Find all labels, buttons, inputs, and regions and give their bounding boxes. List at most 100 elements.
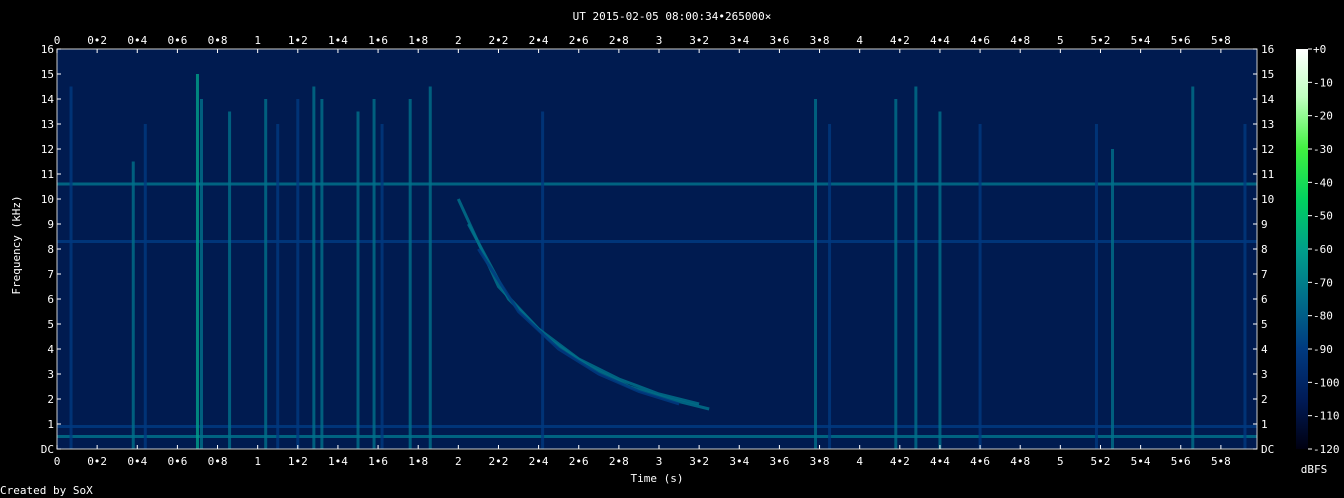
x-tick-label-bottom: 2•8	[609, 455, 629, 468]
x-tick-label-bottom: 5•2	[1091, 455, 1111, 468]
transient	[408, 99, 412, 449]
transient	[541, 111, 545, 449]
colorbar-tick-label: -50	[1313, 210, 1333, 223]
y-tick-label-left: 7	[47, 268, 54, 281]
x-tick-label-bottom: 4•6	[970, 455, 990, 468]
y-tick-label-right: 9	[1261, 218, 1268, 231]
colorbar-tick-label: -60	[1313, 243, 1333, 256]
x-tick-label-top: 5•2	[1091, 34, 1111, 47]
x-tick-label-bottom: 1•4	[328, 455, 348, 468]
x-tick-label-top: 0	[54, 34, 61, 47]
x-tick-label-top: 4•4	[930, 34, 950, 47]
y-tick-label-right: 7	[1261, 268, 1268, 281]
y-tick-label-left: 12	[41, 143, 54, 156]
transient	[69, 86, 73, 449]
y-tick-label-right: 8	[1261, 243, 1268, 256]
y-tick-label-right: 6	[1261, 293, 1268, 306]
transient	[320, 99, 324, 449]
plot-background	[57, 49, 1257, 449]
x-tick-label-bottom: 3	[656, 455, 663, 468]
colorbar-tick-label: -90	[1313, 343, 1333, 356]
x-tick-label-bottom: 1•8	[408, 455, 428, 468]
transient	[914, 86, 918, 449]
x-tick-label-top: 1•8	[408, 34, 428, 47]
x-tick-label-top: 2	[455, 34, 462, 47]
transient	[1191, 86, 1195, 449]
x-tick-label-top: 0•8	[208, 34, 228, 47]
transient	[312, 86, 316, 449]
x-tick-label-bottom: 1	[254, 455, 261, 468]
x-tick-label-top: 0•2	[87, 34, 107, 47]
y-tick-label-left: 2	[47, 393, 54, 406]
y-tick-label-right: DC	[1261, 443, 1274, 456]
y-tick-label-left: 8	[47, 243, 54, 256]
transient	[195, 74, 199, 449]
x-tick-label-bottom: 1•6	[368, 455, 388, 468]
transient	[372, 99, 376, 449]
colorbar-tick-label: -80	[1313, 310, 1333, 323]
horizontal-line	[57, 425, 1257, 428]
y-tick-label-left: DC	[41, 443, 54, 456]
colorbar-tick-label: +0	[1313, 43, 1326, 56]
footer-credit: Created by SoX	[0, 484, 93, 497]
x-tick-label-top: 5•8	[1211, 34, 1231, 47]
x-tick-label-bottom: 0•8	[208, 455, 228, 468]
y-tick-label-right: 1	[1261, 418, 1268, 431]
x-tick-label-bottom: 1•2	[288, 455, 308, 468]
x-tick-label-bottom: 3•6	[769, 455, 789, 468]
colorbar-tick-label: -30	[1313, 143, 1333, 156]
x-tick-label-bottom: 2•4	[529, 455, 549, 468]
x-tick-label-bottom: 2•6	[569, 455, 589, 468]
transient	[356, 111, 360, 449]
colorbar	[1296, 49, 1308, 449]
x-tick-label-bottom: 0•2	[87, 455, 107, 468]
y-tick-label-right: 4	[1261, 343, 1268, 356]
y-tick-label-right: 16	[1261, 43, 1274, 56]
transient	[938, 111, 942, 449]
y-tick-label-right: 15	[1261, 68, 1274, 81]
x-tick-label-top: 2•2	[489, 34, 509, 47]
chart-title: UT 2015-02-05 08:00:34•265000×	[573, 10, 772, 23]
x-tick-label-top: 4	[856, 34, 863, 47]
colorbar-tick-label: -110	[1313, 410, 1340, 423]
transient	[814, 99, 818, 449]
colorbar-tick-label: -70	[1313, 276, 1333, 289]
x-tick-label-bottom: 3•8	[810, 455, 830, 468]
x-tick-label-bottom: 3•4	[729, 455, 749, 468]
transient	[894, 99, 898, 449]
x-tick-label-top: 3•2	[689, 34, 709, 47]
x-tick-label-bottom: 4•8	[1010, 455, 1030, 468]
y-tick-label-left: 1	[47, 418, 54, 431]
transient	[276, 124, 280, 449]
colorbar-tick-label: -40	[1313, 176, 1333, 189]
transient	[264, 99, 268, 449]
transient	[1243, 124, 1247, 449]
y-tick-label-right: 2	[1261, 393, 1268, 406]
x-tick-label-top: 2•8	[609, 34, 629, 47]
colorbar-tick-label: -10	[1313, 76, 1333, 89]
colorbar-tick-label: -120	[1313, 443, 1340, 456]
transient	[131, 161, 135, 449]
y-tick-label-right: 5	[1261, 318, 1268, 331]
x-tick-label-bottom: 2	[455, 455, 462, 468]
transient	[143, 124, 147, 449]
transient	[428, 86, 432, 449]
y-tick-label-right: 14	[1261, 93, 1275, 106]
colorbar-ticks: +0 -10 -20 -30 -40 -50 -60 -70 -80 -90 -100 -110 -12…	[1308, 43, 1340, 456]
y-tick-label-left: 15	[41, 68, 54, 81]
y-tick-label-left: 4	[47, 343, 54, 356]
x-tick-label-bottom: 0•6	[167, 455, 187, 468]
x-tick-label-top: 3•8	[810, 34, 830, 47]
transient	[1094, 124, 1098, 449]
transient	[978, 124, 982, 449]
horizontal-line	[57, 435, 1257, 438]
y-tick-label-left: 11	[41, 168, 54, 181]
horizontal-line	[57, 182, 1257, 186]
x-tick-label-bottom: 5	[1057, 455, 1064, 468]
y-tick-label-right: 10	[1261, 193, 1274, 206]
x-tick-label-top: 4•8	[1010, 34, 1030, 47]
y-tick-label-left: 9	[47, 218, 54, 231]
x-tick-label-bottom: 0•4	[127, 455, 147, 468]
x-tick-label-top: 3	[656, 34, 663, 47]
x-tick-label-bottom: 4•2	[890, 455, 910, 468]
